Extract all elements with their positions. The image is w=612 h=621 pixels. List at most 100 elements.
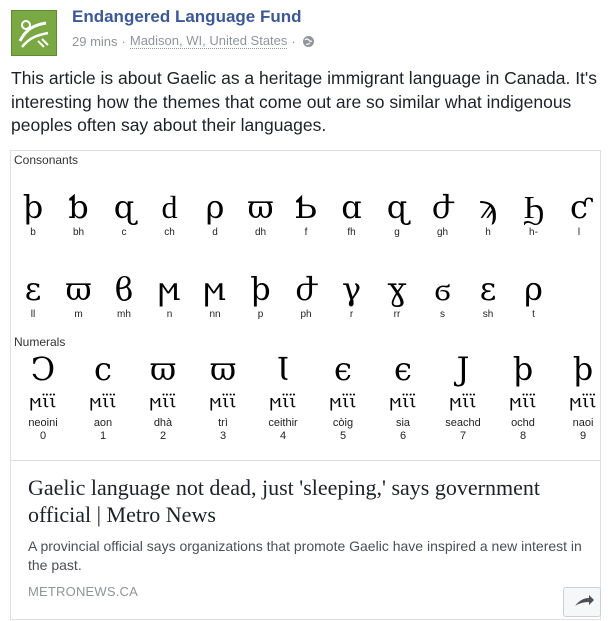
glyph-transliteration: g	[394, 227, 400, 238]
tengwar-glyph: ϻ	[203, 270, 227, 308]
link-preview-card[interactable]: Consonants Numerals ϸ b ƅ bh ɋ c ԁ ch ρ d ϖ dh Ƅf ɑ fh…	[10, 150, 601, 620]
post-timestamp[interactable]: 29 mins	[72, 34, 118, 49]
numeral-glyph: Ͻ	[30, 350, 56, 388]
glyph-transliteration: c	[121, 227, 127, 238]
numeral-word: seachd	[445, 417, 481, 429]
consonant-cell: ϐ mh	[104, 269, 144, 321]
tengwar-glyph: ɋ	[386, 188, 408, 226]
tengwar-glyph: ɛ	[479, 270, 497, 308]
glyph-transliteration: ch	[164, 227, 175, 238]
consonant-cell: ϭs	[423, 269, 463, 321]
numeral-digit: 2	[159, 430, 167, 442]
numeral-word: naoi	[572, 417, 594, 429]
numeral-cell: Jϻϊϊ seachd 7	[439, 349, 487, 443]
post-message: This article is about Gaelic as a herita…	[11, 68, 598, 135]
numeral-word: trì	[218, 417, 228, 429]
consonant-cell: ρd	[195, 187, 235, 239]
numeral-word-script: ϻϊϊ	[149, 391, 177, 412]
consonant-cell: ϖm	[59, 269, 99, 321]
numeral-word-script: ϻϊϊ	[89, 391, 117, 412]
consonant-cell: ɋc	[104, 187, 144, 239]
consonants-label: Consonants	[14, 153, 79, 167]
numeral-digit: 7	[459, 430, 467, 442]
numeral-word-script: ϻϊϊ	[389, 391, 417, 412]
glyph-transliteration: mh	[117, 309, 131, 320]
tengwar-glyph: ժ	[295, 270, 317, 308]
tengwar-glyph: ɋ	[113, 188, 135, 226]
numeral-cell: Ͻϻϊϊ neoini 0	[19, 349, 67, 443]
consonant-cell: ϖ dh	[241, 187, 281, 239]
consonant-cell: ρt	[514, 269, 554, 321]
numeral-word: aon	[93, 417, 113, 429]
numeral-word-script: ϻϊϊ	[509, 391, 537, 412]
consonant-cell: ϻn	[150, 269, 190, 321]
page-avatar[interactable]	[11, 10, 57, 56]
glyph-transliteration: h	[485, 227, 491, 238]
tengwar-glyph: ƅ	[68, 188, 89, 226]
card-domain: METRONEWS.CA	[28, 584, 139, 599]
numeral-glyph: ϸ	[572, 350, 594, 388]
tengwar-glyph: ϖ	[65, 270, 92, 308]
numeral-digit: 4	[279, 430, 287, 442]
tengwar-glyph: ε	[24, 270, 42, 308]
glyph-transliteration: d	[212, 227, 218, 238]
numeral-digit: 3	[219, 430, 227, 442]
numeral-glyph: ϖ	[209, 350, 237, 388]
numeral-digit: 1	[99, 430, 107, 442]
glyph-transliteration: b	[30, 227, 36, 238]
numeral-word: ceithir	[268, 417, 298, 429]
post-location[interactable]: Madison, WI, United States	[129, 33, 288, 49]
numeral-cell: ϲ ϻϊϊ aon 1	[79, 349, 127, 443]
glyph-transliteration: s	[440, 309, 445, 320]
tengwar-glyph: ρ	[524, 270, 543, 308]
glyph-transliteration: sh	[482, 309, 494, 320]
numeral-glyph: Ɩ	[276, 350, 290, 388]
consonant-cell: γr	[332, 269, 372, 321]
consonant-cell: Ϧh-	[514, 187, 554, 239]
numeral-word-script: ϻϊϊ	[449, 391, 477, 412]
card-title[interactable]: Gaelic language not dead, just 'sleeping…	[28, 474, 588, 528]
consonant-cell: ժ ph	[286, 269, 326, 321]
consonant-cell: ɑ fh	[332, 187, 372, 239]
tengwar-glyph: ϖ	[247, 188, 274, 226]
numeral-cell: ϸ ϻϊϊ ochd 8	[499, 349, 547, 443]
card-image[interactable]: Consonants Numerals ϸ b ƅ bh ɋ c ԁ ch ρ d ϖ dh Ƅf ɑ fh…	[11, 151, 600, 461]
numeral-digit: 9	[579, 430, 587, 442]
glyph-transliteration: p	[257, 309, 264, 320]
glyph-transliteration: ph	[300, 309, 312, 320]
globe-icon[interactable]	[302, 35, 315, 48]
consonant-cell: ɛ sh	[468, 269, 508, 321]
glyph-transliteration: bh	[72, 227, 85, 238]
tengwar-glyph: ϸ	[22, 188, 44, 226]
consonant-cell: ԁ ch	[150, 187, 190, 239]
numeral-cell: ϖ ϻϊϊ dhà 2	[139, 349, 187, 443]
glyph-transliteration: dh	[254, 227, 267, 238]
glyph-transliteration: fh	[347, 227, 356, 238]
numeral-word-script: ϻϊϊ	[269, 391, 297, 412]
page-name-link[interactable]: Endangered Language Fund	[72, 7, 302, 27]
consonant-cell: ժ gh	[423, 187, 463, 239]
numeral-word: neoini	[28, 417, 58, 429]
consonant-cell: ɣ rr	[377, 269, 417, 321]
glyph-transliteration: r	[349, 309, 354, 320]
tengwar-glyph: ϻ	[158, 270, 181, 308]
glyph-transliteration: h-	[529, 227, 538, 238]
glyph-transliteration: m	[74, 309, 83, 320]
consonant-cell: ƈl	[559, 187, 599, 239]
numeral-word-script: ϻϊϊ	[329, 391, 357, 412]
numeral-word: ochd	[511, 417, 535, 429]
consonant-cell: ϸp	[241, 269, 281, 321]
tengwar-glyph: Ƅ	[294, 188, 318, 226]
language-fund-logo-icon	[12, 11, 56, 55]
numeral-word-script: ϻϊϊ	[209, 391, 237, 412]
share-icon	[575, 595, 594, 606]
numeral-glyph: ϸ	[512, 350, 534, 388]
tengwar-glyph: ϡ	[478, 188, 498, 226]
share-button[interactable]	[563, 587, 601, 617]
card-description: A provincial official says organizations…	[28, 538, 582, 573]
glyph-transliteration: n	[166, 309, 173, 320]
meta-separator: ·	[121, 33, 126, 49]
numeral-cell: ϵ ϻϊϊ sia 6	[379, 349, 427, 443]
tengwar-glyph: ρ	[205, 188, 225, 226]
tengwar-glyph: ϭ	[434, 270, 451, 308]
